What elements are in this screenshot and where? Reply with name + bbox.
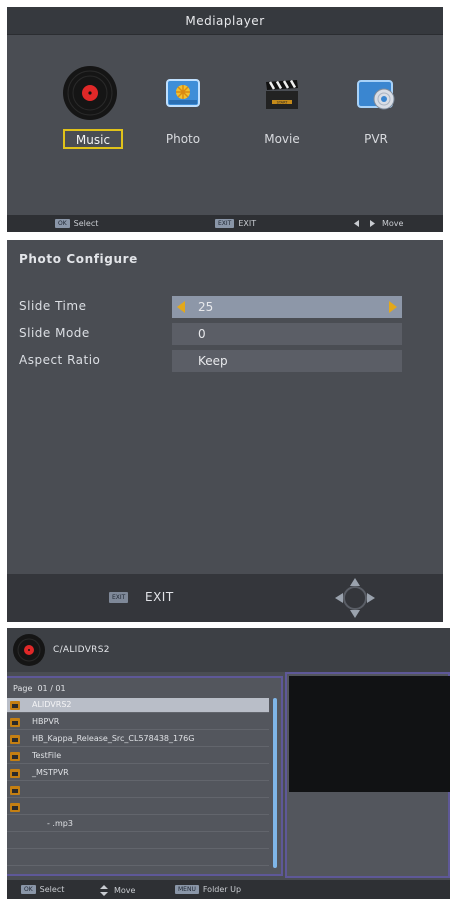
move-label: Move — [114, 886, 136, 895]
list-item-label: TestFile — [32, 751, 62, 760]
ok-key-icon: OK — [21, 885, 36, 894]
file-list: Page 01 / 01 ALIDVRS2 HBPVR HB_Kappa_Rel… — [7, 676, 283, 876]
select-label: Select — [39, 885, 65, 894]
page-value: 01 / 01 — [37, 684, 66, 693]
preview-pane — [285, 672, 450, 878]
footer-select-hint: OK Select — [55, 219, 98, 228]
setting-value: 0 — [198, 327, 206, 341]
vinyl-record-icon — [13, 634, 45, 666]
menu-item-photo[interactable]: Photo — [138, 65, 228, 175]
dpad-navigation-icon — [335, 578, 375, 618]
list-item-label: _MSTPVR — [32, 768, 69, 777]
vinyl-record-icon — [63, 66, 117, 120]
folder-icon — [10, 701, 20, 710]
left-right-arrows-icon — [354, 220, 375, 227]
mediaplayer-panel: Mediaplayer Music Photo START Movie PVR … — [7, 7, 443, 232]
folder-up-label: Folder Up — [202, 885, 242, 894]
photo-configure-panel: Photo Configure Slide Time 25 Slide Mode… — [7, 240, 443, 622]
footer-select-hint: OK Select — [21, 885, 64, 894]
list-item-label: ALIDVRS2 — [32, 700, 72, 709]
list-item[interactable] — [7, 834, 269, 849]
exit-key-icon: EXIT — [215, 219, 235, 228]
mediaplayer-title: Mediaplayer — [7, 7, 443, 35]
setting-label: Aspect Ratio — [19, 353, 101, 367]
browser-header: C/ALIDVRS2 — [7, 628, 450, 672]
svg-text:START: START — [277, 101, 289, 105]
setting-row-aspect-ratio[interactable]: Aspect Ratio Keep — [19, 350, 419, 372]
scrollbar[interactable] — [273, 698, 277, 868]
select-label: Select — [73, 219, 99, 228]
setting-value-field[interactable]: 0 — [172, 323, 402, 345]
list-item[interactable] — [7, 851, 269, 866]
mediaplayer-footer: OK Select EXIT EXIT Move — [7, 215, 443, 232]
menu-item-movie[interactable]: START Movie — [237, 65, 327, 175]
photo-icon — [166, 79, 200, 107]
list-item-label: HB_Kappa_Release_Src_CL578438_176G — [32, 734, 195, 743]
footer-move-hint: Move — [353, 219, 403, 228]
pvr-disc-icon — [357, 80, 395, 110]
page-indicator: Page 01 / 01 — [13, 684, 66, 693]
setting-label: Slide Time — [19, 299, 87, 313]
page-label: Page — [13, 684, 33, 693]
setting-value-field[interactable]: Keep — [172, 350, 402, 372]
list-item[interactable]: ALIDVRS2 — [7, 698, 269, 713]
list-item[interactable]: - .mp3 — [7, 817, 269, 832]
clapperboard-icon: START — [266, 79, 298, 109]
menu-item-music[interactable]: Music — [45, 65, 135, 175]
folder-icon — [10, 786, 20, 795]
folder-icon — [10, 735, 20, 744]
footer-folder-up-hint: MENU Folder Up — [175, 885, 241, 894]
exit-label: EXIT — [145, 590, 174, 604]
exit-key-icon: EXIT — [109, 592, 129, 603]
list-item-label: - .mp3 — [47, 819, 73, 828]
setting-value: 25 — [198, 300, 214, 314]
setting-row-slide-mode[interactable]: Slide Mode 0 — [19, 323, 419, 345]
setting-row-slide-time[interactable]: Slide Time 25 — [19, 296, 419, 318]
list-item-label: HBPVR — [32, 717, 60, 726]
list-item[interactable] — [7, 783, 269, 798]
photo-configure-footer: EXIT EXIT — [7, 574, 443, 622]
arrow-right-icon[interactable] — [389, 301, 397, 313]
setting-label: Slide Mode — [19, 326, 90, 340]
setting-value: Keep — [198, 354, 228, 368]
menu-item-movie-label: Movie — [264, 132, 300, 146]
preview-window — [289, 676, 450, 792]
move-label: Move — [382, 219, 404, 228]
menu-item-photo-label: Photo — [165, 132, 201, 146]
folder-icon — [10, 752, 20, 761]
setting-value-field[interactable]: 25 — [172, 296, 402, 318]
menu-item-pvr[interactable]: PVR — [331, 65, 421, 175]
list-item[interactable]: _MSTPVR — [7, 766, 269, 781]
photo-configure-title: Photo Configure — [19, 252, 138, 266]
browser-footer: OK Select Move MENU Folder Up — [7, 880, 450, 899]
arrow-left-icon[interactable] — [177, 301, 185, 313]
ok-key-icon: OK — [55, 219, 70, 228]
list-item[interactable]: TestFile — [7, 749, 269, 764]
menu-key-icon: MENU — [175, 885, 199, 894]
folder-icon — [10, 769, 20, 778]
list-item[interactable]: HBPVR — [7, 715, 269, 730]
footer-exit-hint: EXIT EXIT — [215, 219, 256, 228]
folder-icon — [10, 803, 20, 812]
folder-icon — [10, 718, 20, 727]
exit-label: EXIT — [238, 219, 257, 228]
menu-item-music-label: Music — [63, 129, 123, 149]
list-item[interactable] — [7, 800, 269, 815]
menu-item-pvr-label: PVR — [364, 132, 388, 146]
footer-move-hint: Move — [99, 885, 135, 896]
file-browser-panel: C/ALIDVRS2 Page 01 / 01 ALIDVRS2 HBPVR H… — [7, 628, 450, 899]
current-path: C/ALIDVRS2 — [53, 645, 110, 655]
up-down-arrows-icon — [100, 885, 108, 896]
list-item[interactable]: HB_Kappa_Release_Src_CL578438_176G — [7, 732, 269, 747]
